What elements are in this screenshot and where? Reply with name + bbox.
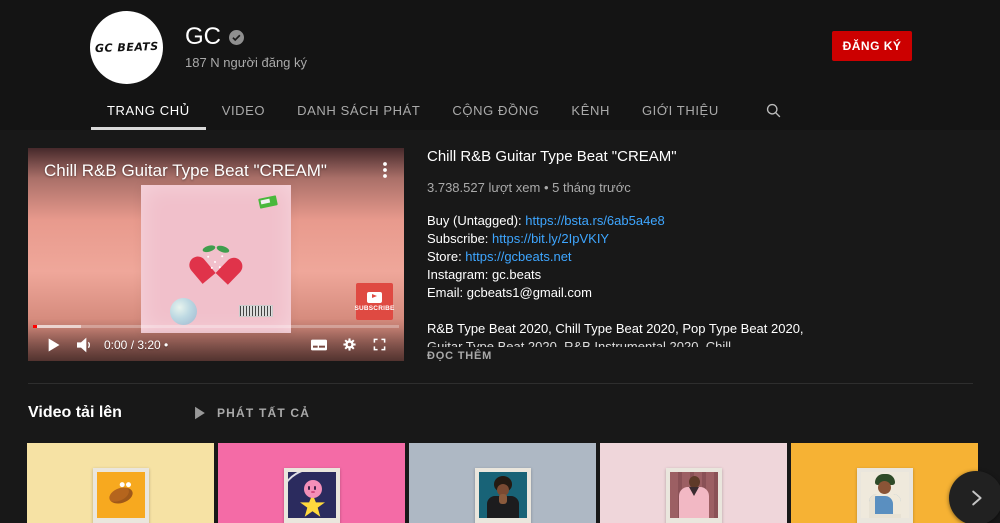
tab-trang-chu[interactable]: TRANG CHỦ <box>91 91 206 130</box>
subtitles-button[interactable] <box>304 330 334 360</box>
featured-video-player[interactable]: Chill R&B Guitar Type Beat "CREAM" SUBSC… <box>28 148 404 361</box>
play-button[interactable] <box>38 330 68 360</box>
avatar-text: GC BEATS <box>94 40 158 55</box>
polaroid-frame <box>857 468 913 523</box>
tags-line: R&B Type Beat 2020, Chill Type Beat 2020… <box>427 320 973 338</box>
barcode-sticker <box>239 305 273 317</box>
subscriber-count: 187 N người đăng ký <box>185 55 307 70</box>
polaroid-frame <box>475 468 531 523</box>
volume-button[interactable] <box>68 330 98 360</box>
channel-name: GC <box>185 23 221 51</box>
youtube-channel-page: GC BEATS GC 187 N người đăng ký ĐĂNG KÝ … <box>0 0 1000 523</box>
album-art <box>141 185 291 333</box>
time-display: 0:00 / 3:20 • <box>104 338 168 352</box>
description-line: Store: https://gcbeats.net <box>427 248 973 266</box>
tags-line-clipped: Guitar Type Beat 2020, R&B Instrumental … <box>427 338 973 347</box>
subscribe-link[interactable]: https://bit.ly/2IpVKIY <box>492 231 609 246</box>
description-line: Buy (Untagged): https://bsta.rs/6ab5a4e8 <box>427 212 973 230</box>
store-link[interactable]: https://gcbeats.net <box>465 249 571 264</box>
subtitles-icon <box>307 333 331 357</box>
kirby-art <box>304 480 322 498</box>
description-line: Email: gcbeats1@gmail.com <box>427 284 973 302</box>
video-thumbnail-portrait-pink[interactable] <box>600 443 787 523</box>
video-description: Buy (Untagged): https://bsta.rs/6ab5a4e8… <box>427 212 973 302</box>
uploads-header: Video tải lên PHÁT TẤT CẢ <box>28 404 310 422</box>
fullscreen-icon <box>368 333 391 356</box>
channel-search-button[interactable] <box>751 91 796 130</box>
video-meta: 3.738.527 lượt xem • 5 tháng trước <box>427 180 973 195</box>
fullscreen-button[interactable] <box>364 330 394 360</box>
player-controls: 0:00 / 3:20 • <box>28 328 404 361</box>
video-thumbnail-roast-chicken[interactable] <box>27 443 214 523</box>
holographic-sticker <box>170 298 197 325</box>
channel-header: GC BEATS GC 187 N người đăng ký ĐĂNG KÝ … <box>0 0 1000 130</box>
tab-danh-sach-phat[interactable]: DANH SÁCH PHÁT <box>281 91 436 130</box>
polaroid-frame <box>284 468 340 523</box>
chevron-right-icon <box>965 487 987 509</box>
subscribe-button[interactable]: ĐĂNG KÝ <box>832 31 912 61</box>
play-all-icon <box>192 405 207 421</box>
gear-icon <box>338 333 361 356</box>
subscribe-watermark[interactable]: SUBSCRIBE <box>356 283 393 320</box>
buy-link[interactable]: https://bsta.rs/6ab5a4e8 <box>525 213 664 228</box>
channel-name-row: GC <box>185 23 244 51</box>
kebab-menu-icon <box>376 160 394 180</box>
sale-tag-sticker <box>258 195 278 209</box>
settings-button[interactable] <box>334 330 364 360</box>
polaroid-frame <box>666 468 722 523</box>
search-icon <box>765 102 782 119</box>
video-tags: R&B Type Beat 2020, Chill Type Beat 2020… <box>427 320 973 347</box>
scroll-right-button[interactable] <box>949 471 1000 523</box>
tab-video[interactable]: VIDEO <box>206 91 281 130</box>
read-more-button[interactable]: ĐỌC THÊM <box>427 350 973 362</box>
tab-kenh[interactable]: KÊNH <box>555 91 626 130</box>
play-icon <box>40 332 66 358</box>
roast-chicken-art <box>107 485 134 507</box>
youtube-play-icon <box>367 292 382 303</box>
verified-badge-icon <box>229 30 244 45</box>
section-divider <box>28 383 973 384</box>
channel-tabs: TRANG CHỦ VIDEO DANH SÁCH PHÁT CỘNG ĐỒNG… <box>91 91 796 130</box>
video-thumbnail-portrait-teal[interactable] <box>409 443 596 523</box>
uploads-thumbnail-row <box>27 443 978 523</box>
volume-icon <box>71 333 95 357</box>
description-line: Subscribe: https://bit.ly/2IpVKIY <box>427 230 973 248</box>
player-overlay-title[interactable]: Chill R&B Guitar Type Beat "CREAM" <box>44 161 327 181</box>
tab-cong-dong[interactable]: CỘNG ĐỒNG <box>436 91 555 130</box>
strawberry-heart-art <box>198 246 233 277</box>
channel-avatar[interactable]: GC BEATS <box>90 11 163 84</box>
video-thumbnail-portrait-yellow[interactable] <box>791 443 978 523</box>
player-kebab-menu[interactable] <box>376 160 394 185</box>
video-details: Chill R&B Guitar Type Beat "CREAM" 3.738… <box>427 148 973 362</box>
description-line: Instagram: gc.beats <box>427 266 973 284</box>
tab-gioi-thieu[interactable]: GIỚI THIỆU <box>626 91 735 130</box>
video-thumbnail-kirby-star[interactable] <box>218 443 405 523</box>
play-all-button[interactable]: PHÁT TẤT CẢ <box>192 405 310 421</box>
polaroid-frame <box>93 468 149 523</box>
video-title[interactable]: Chill R&B Guitar Type Beat "CREAM" <box>427 148 973 165</box>
uploads-title: Video tải lên <box>28 404 122 422</box>
